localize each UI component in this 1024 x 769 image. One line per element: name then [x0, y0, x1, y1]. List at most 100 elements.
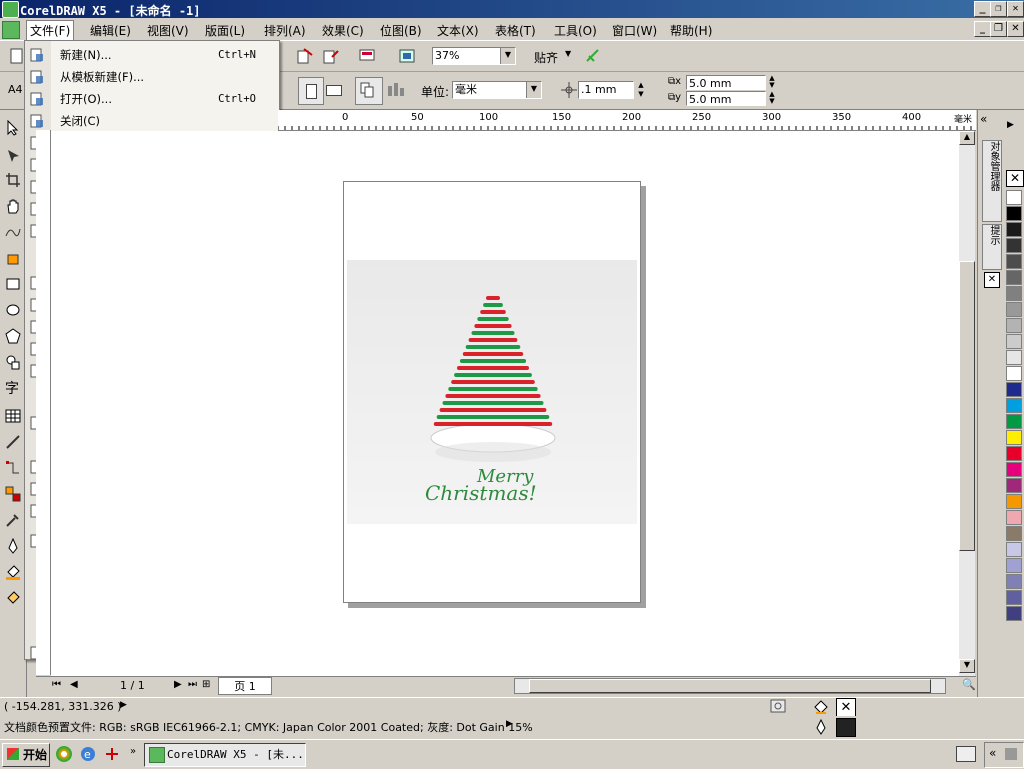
palette-scroll-up-icon[interactable]: ▶ — [1007, 120, 1014, 130]
color-swatch[interactable] — [1006, 286, 1022, 301]
menu-edit[interactable]: 编辑(E) — [90, 22, 131, 39]
fill-none-swatch[interactable]: ✕ — [836, 698, 856, 717]
interactive-fill-icon[interactable] — [5, 590, 21, 606]
close-button[interactable]: ✕ — [1007, 1, 1024, 17]
chrome-quicklaunch-icon[interactable] — [56, 746, 72, 762]
color-swatch[interactable] — [1006, 318, 1022, 333]
current-page-icon[interactable] — [385, 80, 405, 100]
pick-tool-icon[interactable] — [5, 119, 21, 136]
crop-tool-icon[interactable] — [5, 172, 21, 188]
landscape-icon[interactable] — [326, 85, 342, 96]
color-swatch[interactable] — [1006, 206, 1022, 221]
start-button[interactable]: 开始 — [2, 743, 50, 767]
snap-to-label[interactable]: 贴齐 — [534, 49, 558, 66]
menu-layout[interactable]: 版面(L) — [205, 22, 245, 39]
doc-restore-button[interactable]: ❐ — [990, 21, 1007, 37]
color-swatch[interactable] — [1006, 526, 1022, 541]
color-swatch[interactable] — [1006, 494, 1022, 509]
vertical-scrollbar[interactable]: ▲ ▼ — [959, 131, 975, 676]
rectangle-tool-icon[interactable] — [5, 276, 21, 292]
color-swatch[interactable] — [1006, 606, 1022, 621]
menu-view[interactable]: 视图(V) — [147, 22, 189, 39]
dup-y-stepper[interactable]: ▲ ▼ — [766, 91, 778, 106]
portrait-button[interactable] — [298, 77, 324, 105]
basic-shapes-icon[interactable] — [5, 354, 21, 370]
polygon-tool-icon[interactable] — [5, 328, 21, 344]
first-page-icon[interactable]: ⏮ — [52, 679, 61, 690]
h-scroll-thumb[interactable] — [529, 679, 931, 693]
freehand-tool-icon[interactable] — [5, 224, 21, 240]
color-swatch[interactable] — [1006, 590, 1022, 605]
menu-table[interactable]: 表格(T) — [495, 22, 536, 39]
outline-color-swatch[interactable] — [836, 718, 856, 737]
profile-arrow-icon[interactable]: ▶ — [506, 719, 513, 729]
file-menu-item[interactable]: 打开(O)... Ctrl+O — [60, 89, 270, 109]
color-swatch[interactable] — [1006, 190, 1022, 205]
color-swatch[interactable] — [1006, 254, 1022, 269]
import-toolbar-icon[interactable] — [296, 47, 314, 65]
add-page-icon[interactable]: ⊞ — [202, 679, 210, 690]
snapshot-icon[interactable] — [770, 699, 786, 713]
christmas-tree-image[interactable]: Merry Christmas! — [347, 260, 637, 524]
page-tab-1[interactable]: 页 1 — [218, 677, 272, 695]
outline-pen-icon[interactable] — [814, 718, 828, 735]
doc-minimize-button[interactable]: _ — [974, 21, 991, 37]
menu-text[interactable]: 文本(X) — [437, 22, 479, 39]
ellipse-tool-icon[interactable] — [5, 302, 21, 318]
blend-tool-icon[interactable] — [5, 486, 21, 502]
horizontal-scrollbar[interactable] — [514, 678, 946, 694]
keyboard-icon[interactable] — [956, 746, 976, 762]
welcome-screen-icon[interactable] — [398, 47, 416, 65]
smart-fill-icon[interactable] — [5, 250, 21, 266]
color-swatch[interactable] — [1006, 398, 1022, 413]
quicklaunch-more-icon[interactable]: » — [130, 746, 136, 757]
color-swatch[interactable] — [1006, 302, 1022, 317]
color-swatch[interactable] — [1006, 574, 1022, 589]
ie-quicklaunch-icon[interactable]: e — [80, 746, 96, 762]
paper-size-select[interactable]: A4 — [8, 83, 23, 96]
prev-page-icon[interactable]: ◀ — [70, 679, 78, 690]
file-menu-item[interactable]: 关闭(C) — [60, 111, 270, 131]
file-menu-item[interactable]: 从模板新建(F)... — [60, 67, 270, 87]
text-tool-icon[interactable]: 字 — [5, 378, 21, 397]
drawing-canvas[interactable]: Merry Christmas! — [51, 131, 959, 676]
next-page-icon[interactable]: ▶ — [174, 679, 182, 690]
color-swatch[interactable] — [1006, 462, 1022, 477]
nudge-stepper[interactable]: ▲ ▼ — [635, 81, 647, 99]
dup-x-stepper[interactable]: ▲ ▼ — [766, 75, 778, 90]
object-manager-tab[interactable]: 对象管理器 — [982, 140, 1002, 222]
color-swatch[interactable] — [1006, 558, 1022, 573]
hints-tab[interactable]: 提示 — [982, 224, 1002, 270]
scroll-down-button[interactable]: ▼ — [959, 659, 975, 673]
options-icon[interactable] — [584, 47, 602, 65]
color-swatch[interactable] — [1006, 382, 1022, 397]
docker-collapse-icon[interactable]: « — [980, 112, 987, 126]
file-menu-item[interactable]: 新建(N)... Ctrl+N — [60, 45, 270, 65]
hand-tool-icon[interactable] — [5, 198, 21, 214]
color-swatch[interactable] — [1006, 366, 1022, 381]
scroll-up-button[interactable]: ▲ — [959, 131, 975, 145]
zoom-level-select[interactable]: 37% ▼ — [432, 47, 516, 65]
menu-effects[interactable]: 效果(C) — [322, 22, 364, 39]
menu-window[interactable]: 窗口(W) — [612, 22, 657, 39]
color-swatch[interactable] — [1006, 350, 1022, 365]
nudge-input[interactable]: .1 mm — [578, 81, 634, 99]
scroll-thumb[interactable] — [959, 261, 975, 551]
chevron-down-icon[interactable]: ▼ — [526, 82, 541, 98]
shape-tool-icon[interactable] — [5, 148, 21, 164]
coreldraw-task-button[interactable]: CorelDRAW X5 - [未... — [144, 743, 306, 767]
document-page[interactable]: Merry Christmas! — [343, 181, 641, 603]
no-color-swatch[interactable]: ✕ — [1006, 170, 1024, 187]
color-swatch[interactable] — [1006, 430, 1022, 445]
duplicate-y-input[interactable]: 5.0 mm — [686, 91, 766, 106]
doc-close-button[interactable]: ✕ — [1007, 21, 1024, 37]
app-quicklaunch-icon[interactable] — [104, 746, 120, 762]
duplicate-x-input[interactable]: 5.0 mm — [686, 75, 766, 90]
menu-arrange[interactable]: 排列(A) — [264, 22, 306, 39]
fill-bucket-icon[interactable] — [812, 699, 830, 715]
color-swatch[interactable] — [1006, 334, 1022, 349]
tray-speaker-icon[interactable] — [1005, 748, 1017, 760]
color-swatch[interactable] — [1006, 510, 1022, 525]
menu-bitmaps[interactable]: 位图(B) — [380, 22, 422, 39]
menu-file[interactable]: 文件(F) — [26, 20, 75, 41]
